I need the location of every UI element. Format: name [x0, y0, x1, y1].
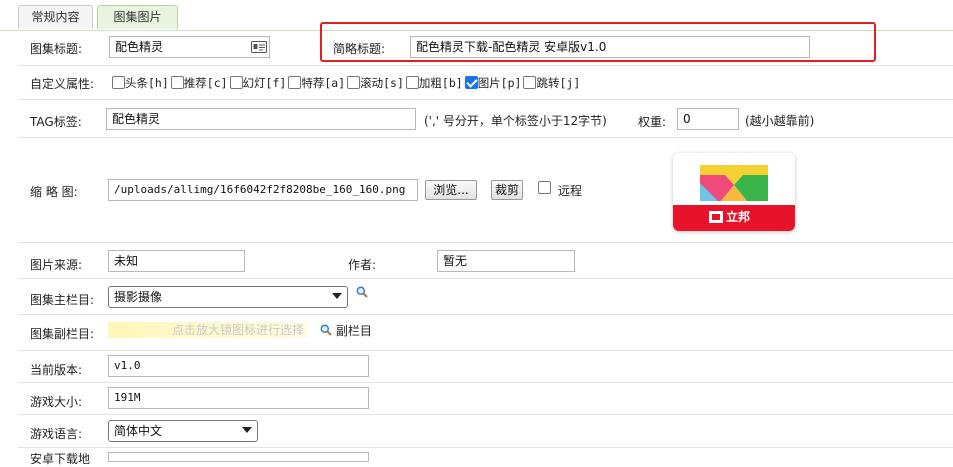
tag-label: TAG标签: — [30, 115, 82, 129]
attr-scroll-label: 滚动[s] — [360, 76, 404, 90]
tab-general[interactable]: 常规内容 — [18, 5, 93, 29]
attr-bold-label: 加粗[b] — [418, 76, 463, 90]
chevron-down-icon — [242, 427, 252, 433]
attr-picture-label: 图片[p] — [477, 76, 522, 90]
weight-hint: (越小越靠前) — [745, 114, 815, 128]
attr-special-checkbox[interactable] — [288, 76, 302, 89]
short-title-input[interactable]: 配色精灵下载-配色精灵 安卓版v1.0 — [410, 36, 810, 58]
sub-column-link[interactable]: 副栏目 — [320, 322, 372, 339]
language-label: 游戏语言: — [30, 427, 83, 441]
search-icon — [320, 324, 332, 336]
weight-value: 0 — [683, 112, 691, 126]
attr-scroll[interactable]: 滚动[s] — [347, 75, 404, 91]
attr-recommend-label: 推荐[c] — [183, 76, 228, 90]
source-label: 图片来源: — [30, 258, 83, 272]
version-label: 当前版本: — [30, 363, 83, 377]
tag-value: 配色精灵 — [112, 112, 161, 126]
sub-column-field[interactable]: 点击放大镜图标进行选择 — [108, 322, 308, 338]
author-label: 作者: — [348, 258, 377, 272]
remote-checkbox[interactable] — [538, 181, 551, 194]
attr-headline[interactable]: 头条[h] — [112, 75, 169, 91]
attr-jump[interactable]: 跳转[j] — [523, 75, 580, 91]
attr-slide-checkbox[interactable] — [229, 76, 243, 89]
attr-special[interactable]: 特荐[a] — [288, 75, 345, 91]
short-title-label: 简略标题: — [333, 42, 386, 56]
attr-recommend-checkbox[interactable] — [170, 76, 184, 89]
attr-bold[interactable]: 加粗[b] — [405, 75, 463, 91]
author-value: 暂无 — [443, 254, 468, 268]
attr-slide-label: 幻灯[f] — [242, 76, 287, 90]
contact-card-icon[interactable] — [251, 41, 267, 53]
attr-headline-checkbox[interactable] — [112, 76, 125, 89]
tab-gallery[interactable]: 图集图片 — [97, 5, 178, 29]
remote-label: 远程 — [558, 184, 583, 198]
attr-jump-label: 跳转[j] — [536, 76, 581, 90]
thumbnail-value: /uploads/allimg/16f6042f2f8208be_160_160… — [114, 183, 406, 196]
weight-input[interactable]: 0 — [677, 108, 739, 130]
thumbnail-preview: 立邦 — [673, 153, 795, 231]
attr-picture[interactable]: 图片[p] — [464, 75, 522, 91]
attributes-label: 自定义属性: — [30, 77, 95, 91]
thumbnail-label: 缩 略 图: — [30, 185, 78, 199]
browse-button[interactable]: 浏览... — [425, 180, 477, 200]
language-select[interactable]: 简体中文 — [108, 420, 258, 442]
attr-recommend[interactable]: 推荐[c] — [170, 75, 228, 91]
preview-brand-text: 立邦 — [726, 210, 751, 224]
main-column-label: 图集主栏目: — [30, 293, 95, 307]
source-value: 未知 — [114, 254, 139, 268]
short-title-value: 配色精灵下载-配色精灵 安卓版v1.0 — [416, 40, 607, 54]
sub-column-label: 图集副栏目: — [30, 327, 95, 341]
main-column-select[interactable]: 摄影摄像 — [108, 286, 348, 308]
tag-hint: (',' 号分开，单个标签小于12字节) — [424, 114, 607, 128]
attr-scroll-checkbox[interactable] — [347, 76, 361, 89]
version-input[interactable]: v1.0 — [108, 355, 369, 377]
chevron-down-icon — [332, 293, 342, 299]
attributes-group: 头条[h] 推荐[c] 幻灯[f] 特荐[a] 滚动[s] 加粗[b] 图片[p] 跳转[j] — [112, 75, 582, 91]
author-input[interactable]: 暂无 — [437, 250, 575, 272]
source-input[interactable]: 未知 — [108, 250, 245, 272]
android-download-input[interactable] — [108, 452, 369, 462]
main-column-value: 摄影摄像 — [114, 290, 163, 304]
size-label: 游戏大小: — [30, 395, 83, 409]
title-value: 配色精灵 — [115, 40, 164, 54]
main-column-search-icon[interactable] — [356, 286, 368, 301]
attr-bold-checkbox[interactable] — [405, 76, 419, 89]
crop-button[interactable]: 裁剪 — [491, 180, 523, 200]
language-value: 简体中文 — [114, 424, 163, 438]
size-input[interactable]: 191M — [108, 387, 369, 409]
thumbnail-input[interactable]: /uploads/allimg/16f6042f2f8208be_160_160… — [108, 179, 418, 201]
version-value: v1.0 — [114, 359, 141, 372]
attr-special-label: 特荐[a] — [301, 76, 346, 90]
sub-column-link-label: 副栏目 — [335, 324, 372, 338]
attr-jump-checkbox[interactable] — [523, 76, 537, 89]
size-value: 191M — [114, 391, 141, 404]
attr-slide[interactable]: 幻灯[f] — [229, 75, 287, 91]
tag-input[interactable]: 配色精灵 — [106, 108, 416, 130]
weight-label: 权重: — [638, 115, 667, 129]
attr-picture-checkbox[interactable] — [464, 76, 478, 89]
title-input[interactable]: 配色精灵 — [109, 36, 270, 58]
title-label: 图集标题: — [30, 42, 83, 56]
attr-headline-label: 头条[h] — [125, 76, 169, 90]
